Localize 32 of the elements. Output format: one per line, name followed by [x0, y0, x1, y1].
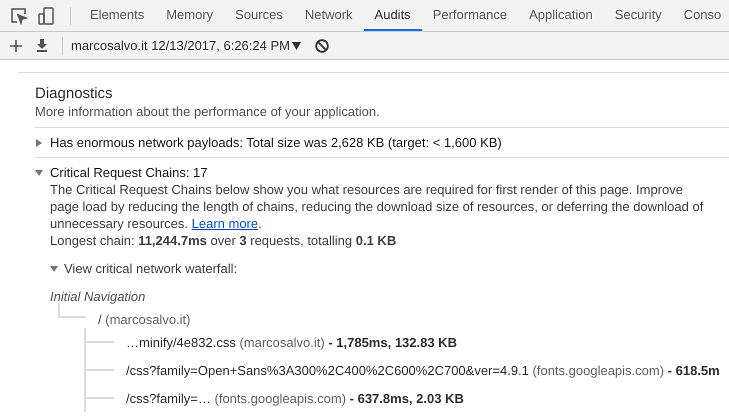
- tree-root-label: Initial Navigation: [50, 288, 146, 305]
- block-icon[interactable]: [314, 38, 329, 52]
- panel-tab[interactable]: Elements: [79, 0, 156, 31]
- disclosure-triangle-icon[interactable]: [50, 264, 58, 272]
- panel-tab[interactable]: Sources: [224, 0, 294, 31]
- plus-icon[interactable]: [10, 40, 22, 52]
- panel-tab[interactable]: Application: [518, 0, 604, 31]
- request-label: /css?family=… (fonts.googleapis.com) - 637.8ms, 2.03 KB: [126, 390, 464, 406]
- request-label: / (marcosalvo.it): [98, 311, 190, 328]
- report-select[interactable]: marcosalvo.it 12/13/2017, 6:26:24 PM: [71, 36, 301, 56]
- section-title: Diagnostics: [35, 85, 114, 103]
- panel-tab[interactable]: Security: [604, 0, 673, 31]
- dropdown-icon: [292, 42, 301, 50]
- download-icon[interactable]: [36, 39, 48, 52]
- panel-tab[interactable]: Conso: [672, 0, 729, 31]
- audit-title[interactable]: Has enormous network payloads: Total size was 2,628 KB (target: < 1,600 KB): [50, 134, 502, 151]
- disclosure-triangle-icon[interactable]: [35, 168, 43, 176]
- section-description: More information about the performance of your application.: [35, 103, 381, 121]
- panel-tab[interactable]: Performance: [422, 0, 518, 31]
- audit-description: The Critical Request Chains below show you what resources are required for first render of this page. Improve page load by reducing the length of chains, reducing the download size of resources, or deferring the download of unnecessary resources. Learn more.: [50, 181, 704, 232]
- learn-more-link[interactable]: Learn more: [192, 216, 258, 231]
- audit-title[interactable]: Critical Request Chains: 17: [50, 164, 208, 181]
- device-icon[interactable]: [38, 6, 54, 24]
- inspect-icon[interactable]: [10, 6, 28, 24]
- waterfall-toggle[interactable]: View critical network waterfall:: [64, 260, 238, 277]
- disclosure-triangle-icon[interactable]: [35, 138, 43, 146]
- longest-chain-summary: Longest chain: 11,244.7ms over 3 requests, totalling 0.1 KB: [50, 232, 398, 249]
- request-label: /css?family=Open+Sans%3A300%2C400%2C600%2C700&ver=4.9.1 (fonts.googleapis.com) - 618.5m: [126, 362, 720, 378]
- request-label: …minify/4e832.css (marcosalvo.it) - 1,785ms, 132.83 KB: [126, 334, 457, 350]
- tree-connector: [58, 303, 86, 318]
- panel-tab[interactable]: Network: [294, 0, 364, 31]
- panel-tab[interactable]: Memory: [155, 0, 224, 31]
